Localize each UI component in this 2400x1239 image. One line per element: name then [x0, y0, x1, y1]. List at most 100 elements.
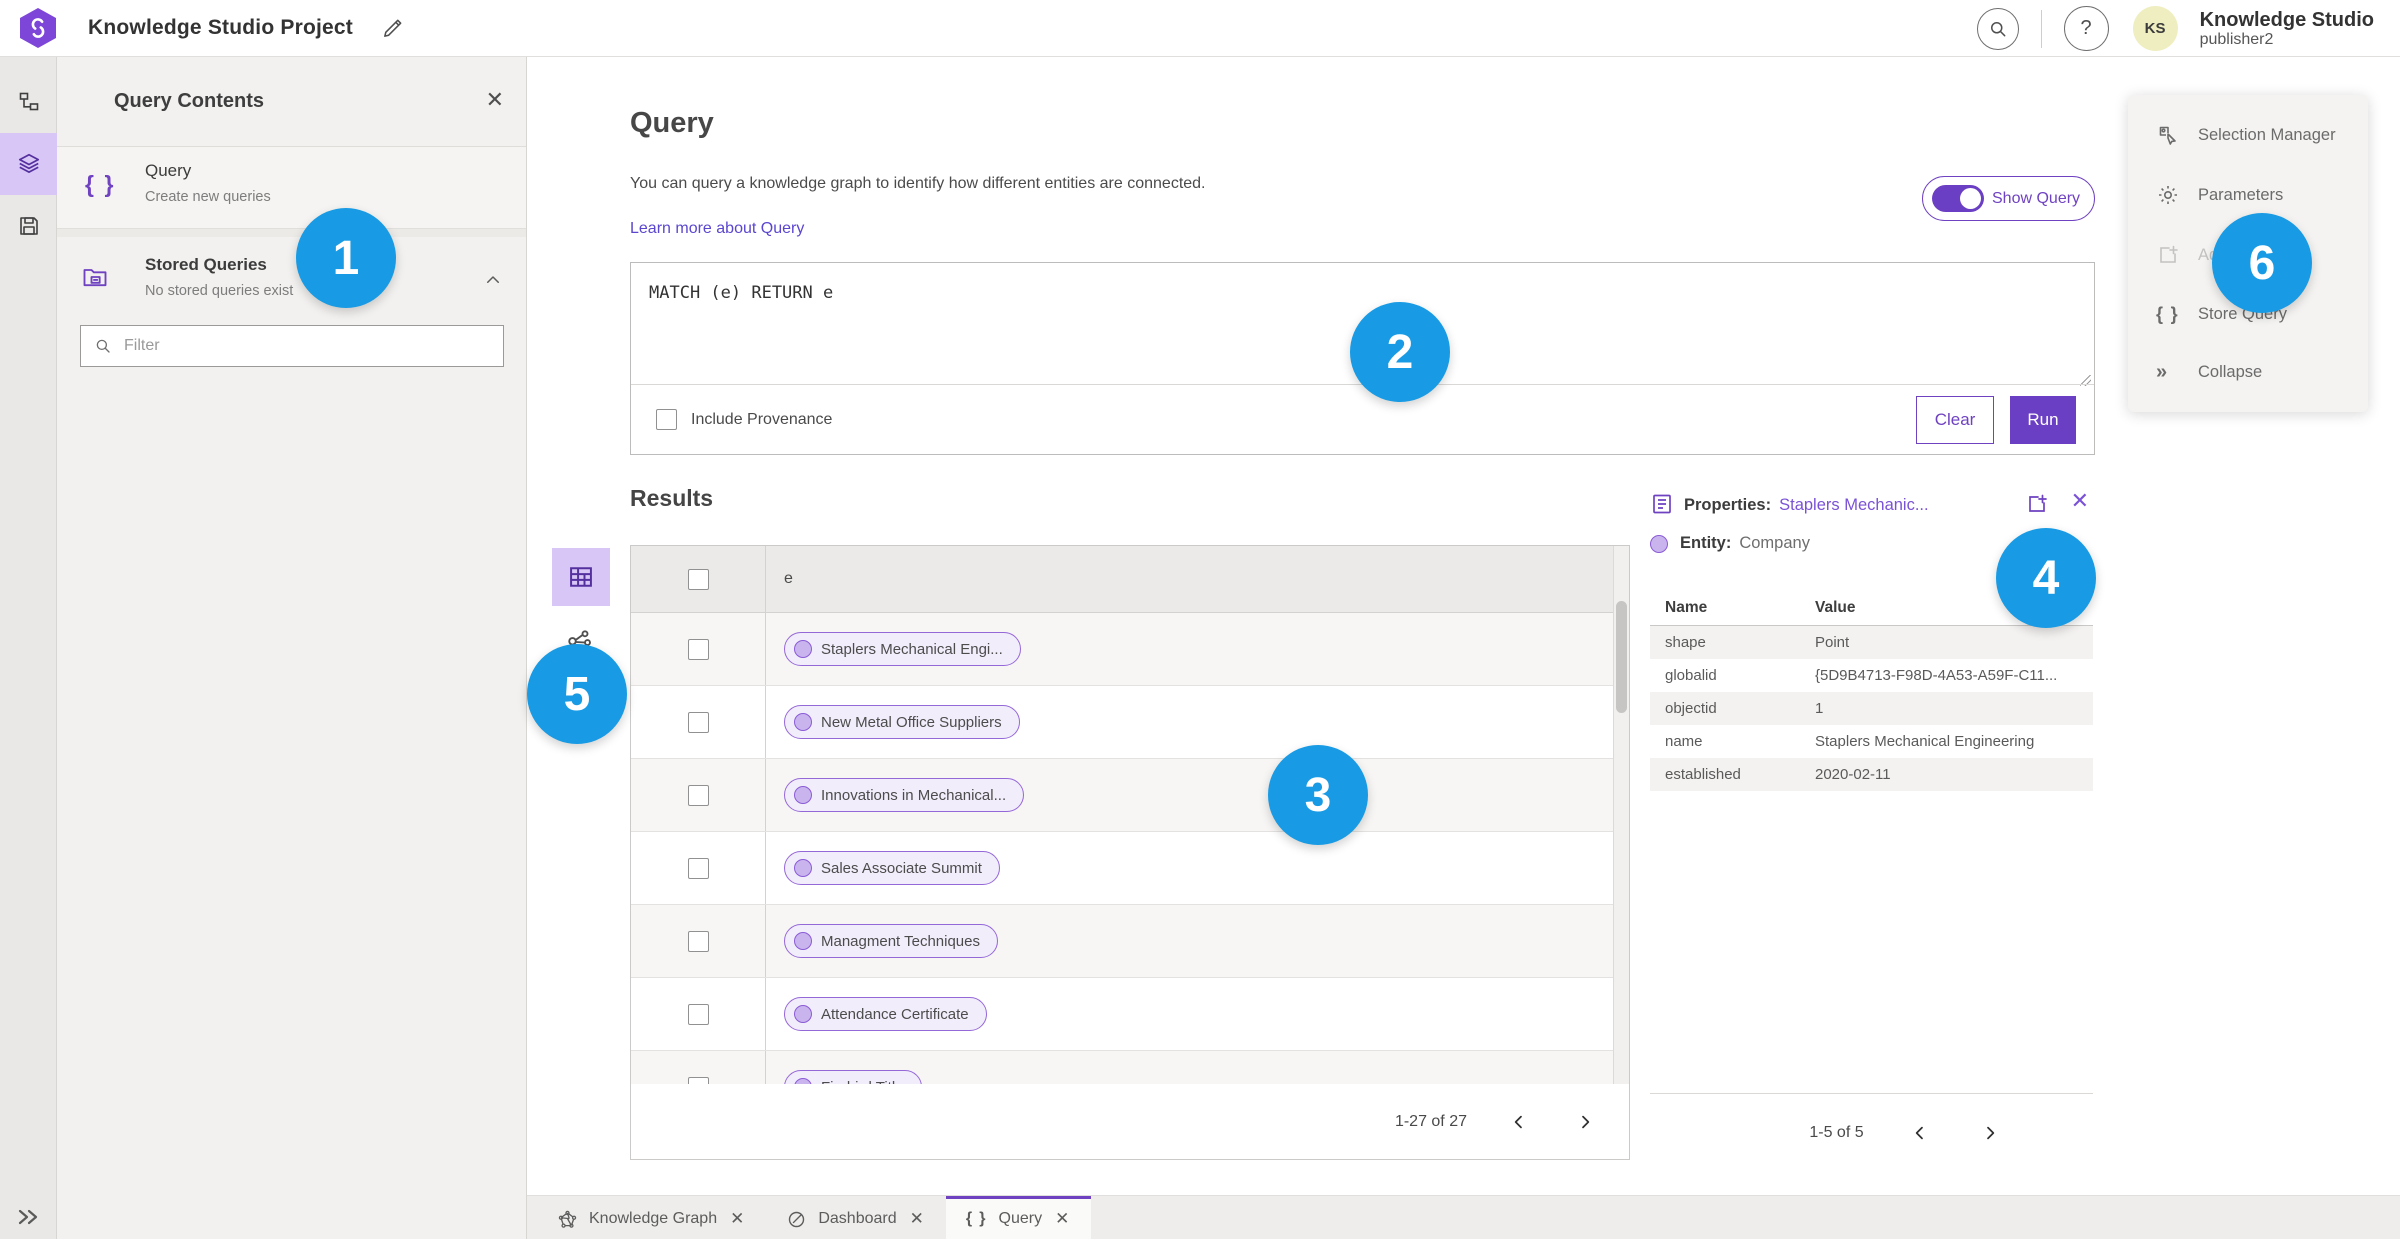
table-row[interactable]: Staplers Mechanical Engi... [631, 613, 1629, 686]
run-button[interactable]: Run [2010, 395, 2076, 444]
annotation-badge-5: 5 [527, 644, 627, 744]
include-provenance-label: Include Provenance [691, 410, 833, 428]
table-row[interactable]: Firebird Title [631, 1051, 1629, 1086]
entity-pill[interactable]: Attendance Certificate [784, 997, 987, 1031]
entity-pill[interactable]: Managment Techniques [784, 924, 998, 958]
query-contents-title: Query Contents [114, 90, 265, 112]
results-next-page-button[interactable] [1571, 1108, 1599, 1136]
results-prev-page-button[interactable] [1505, 1108, 1533, 1136]
results-page-range: 1-27 of 27 [1394, 1112, 1467, 1130]
entity-dot-icon [794, 859, 812, 877]
expand-rail-button[interactable] [0, 1207, 57, 1227]
property-row: shape Point [1650, 626, 2093, 659]
close-tab-icon[interactable]: ✕ [1053, 1207, 1071, 1231]
query-item-subtitle: Create new queries [145, 189, 271, 205]
show-query-toggle[interactable]: Show Query [1922, 176, 2095, 221]
filter-search-icon [94, 337, 112, 355]
row-checkbox[interactable] [687, 638, 709, 660]
table-view-button[interactable] [552, 548, 610, 606]
learn-more-link[interactable]: Learn more about Query [630, 220, 804, 238]
rail-hierarchy-button[interactable] [0, 71, 57, 133]
entity-pill[interactable]: Innovations in Mechanical... [784, 778, 1025, 812]
search-button[interactable] [1976, 7, 2019, 50]
top-bar: Knowledge Studio Project ? KS Knowledge … [0, 0, 2400, 57]
collapse-stored-queries-button[interactable] [484, 271, 502, 289]
tab-dashboard[interactable]: Dashboard ✕ [766, 1196, 946, 1239]
entity-dot-icon [794, 713, 812, 731]
layers-icon [18, 153, 39, 173]
table-row[interactable]: New Metal Office Suppliers [631, 686, 1629, 759]
include-provenance-checkbox[interactable] [656, 409, 677, 430]
property-row: globalid {5D9B4713-F98D-4A53-A59F-C11... [1665, 667, 2058, 684]
help-button[interactable]: ? [2063, 6, 2109, 51]
results-title: Results [630, 485, 714, 511]
add-to-new-button[interactable] [2025, 492, 2049, 516]
results-table-header: e [631, 546, 1629, 613]
user-info[interactable]: Knowledge Studio publisher2 [2200, 9, 2374, 49]
table-row[interactable]: Sales Associate Summit [631, 832, 1629, 905]
menu-item-parameters[interactable]: Parameters [2128, 183, 2368, 207]
stored-queries-folder-icon [81, 263, 109, 291]
project-title: Knowledge Studio Project [88, 16, 353, 39]
table-row[interactable]: Attendance Certificate [631, 978, 1629, 1051]
braces-icon: { } [965, 1210, 988, 1227]
row-checkbox[interactable] [687, 1003, 709, 1025]
edit-title-button[interactable] [381, 17, 404, 40]
close-tab-icon[interactable]: ✕ [728, 1207, 746, 1231]
user-avatar[interactable]: KS [2132, 6, 2178, 51]
help-icon: ? [2080, 17, 2092, 39]
chevron-left-icon [1915, 1126, 1923, 1139]
header-checkbox-cell [631, 546, 766, 612]
query-item[interactable]: { } Query Create new queries [57, 147, 526, 229]
select-all-checkbox[interactable] [687, 568, 709, 590]
menu-item-collapse[interactable]: » Collapse [2128, 361, 2368, 384]
selection-manager-icon [2159, 126, 2176, 145]
app-logo-icon[interactable] [20, 8, 56, 48]
close-properties-button[interactable]: ✕ [2071, 490, 2089, 512]
gear-icon [2159, 186, 2177, 205]
row-checkbox[interactable] [687, 857, 709, 879]
save-icon [19, 217, 38, 235]
dashboard-icon [789, 1211, 805, 1227]
table-scrollbar [1613, 546, 1629, 1086]
toggle-track [1932, 185, 1984, 212]
rail-layers-button[interactable] [0, 133, 57, 195]
row-checkbox[interactable] [687, 784, 709, 806]
entity-pill[interactable]: New Metal Office Suppliers [784, 705, 1020, 739]
tab-knowledge-graph[interactable]: Knowledge Graph ✕ [537, 1196, 766, 1239]
chevron-right-icon [1582, 1115, 1590, 1128]
tab-query[interactable]: { } Query ✕ [945, 1196, 1092, 1239]
search-icon [1990, 21, 2005, 36]
rail-save-button[interactable] [0, 195, 57, 257]
add-to-new-icon [2029, 494, 2047, 512]
entity-pill[interactable]: Sales Associate Summit [784, 851, 1000, 885]
entity-pill[interactable]: Staplers Mechanical Engi... [784, 632, 1021, 666]
menu-item-selection-manager[interactable]: Selection Manager [2128, 123, 2368, 147]
annotation-badge-1: 1 [296, 208, 396, 308]
table-row[interactable]: Innovations in Mechanical... [631, 759, 1629, 832]
scrollbar-thumb[interactable] [1616, 601, 1627, 713]
annotation-badge-4: 4 [1996, 528, 2096, 628]
close-panel-button[interactable]: ✕ [486, 89, 504, 111]
properties-entity-link[interactable]: Staplers Mechanic... [1779, 496, 1928, 515]
entity-dot-icon [1650, 534, 1668, 553]
properties-prev-page-button[interactable] [1906, 1119, 1934, 1147]
stored-queries-item[interactable]: Stored Queries No stored queries exist [57, 237, 526, 333]
table-row[interactable]: Managment Techniques [631, 905, 1629, 978]
properties-next-page-button[interactable] [1976, 1119, 2004, 1147]
row-checkbox[interactable] [687, 711, 709, 733]
entity-dot-icon [794, 932, 812, 950]
clear-button[interactable]: Clear [1916, 395, 1994, 444]
property-row: name Staplers Mechanical Engineering [1665, 733, 2035, 750]
filter-input[interactable] [124, 337, 503, 355]
chevron-left-icon [1514, 1115, 1522, 1128]
stored-queries-filter [80, 325, 504, 367]
row-checkbox[interactable] [687, 930, 709, 952]
collapse-icon: » [2156, 360, 2167, 383]
query-description: You can query a knowledge graph to ident… [630, 175, 1206, 192]
query-contents-panel: Query Contents ✕ { } Query Create new qu… [57, 57, 527, 1239]
close-tab-icon[interactable]: ✕ [908, 1207, 926, 1231]
braces-icon: { } [2156, 303, 2180, 324]
bottom-tab-bar: Knowledge Graph ✕ Dashboard ✕ { } Query … [527, 1195, 2400, 1239]
left-icon-rail [0, 57, 57, 1239]
